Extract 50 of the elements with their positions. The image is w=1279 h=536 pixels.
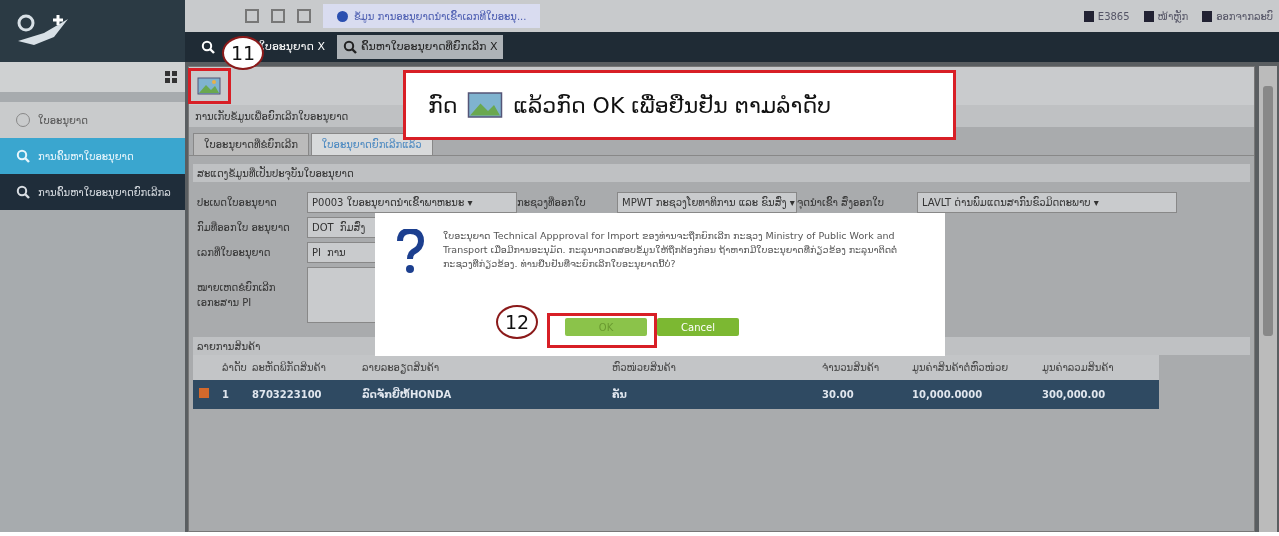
grid-icon[interactable] (165, 71, 177, 83)
select-field[interactable]: LAVLT ດ່ານພົມແດນສາກົນຂົວມິດຕະພາບ ▾ (917, 192, 1177, 213)
field-label: ເລກທີ່ໃບອະນຸຍາດ (197, 245, 272, 260)
section-title: ສະແດງຂໍ້ມູນທີ່ເປັນປະຈຸບັນໃບອະນຸຍາດ (193, 164, 1250, 182)
field-label: ກົມທີ່ອອກໃບ ອະນຸຍາດ (197, 220, 291, 235)
field-label: ກະຊວງທີ່ອອກໃບ (517, 195, 587, 210)
table-cell: ລົດຈັກຍີ່ຫໍ້HONDA (359, 380, 609, 409)
image-icon[interactable] (197, 77, 221, 95)
field-label: ປະເພດໃບອະນຸຍາດ (197, 195, 278, 210)
highlight-frame (188, 68, 231, 104)
app-tab[interactable]: ຄົ້ນຫາໃບອະນຸຍາດທີ່ຍົກເລີກ X (336, 35, 504, 59)
table-cell: 1 (219, 380, 249, 409)
column-header: ຫົວໜ່ວຍສິນຄ້າ (609, 355, 819, 380)
select-field[interactable]: P0003 ໃບອະນຸຍາດນຳເຂົ້າພາຫະນະ ▾ (307, 192, 517, 213)
browser-tab[interactable]: ຂໍ້ມູນ ການອະນຸຍາດນຳເຂົ້າເລກທີໃບອະນຸ... (323, 4, 541, 28)
column-header: ລຳດັບ (219, 355, 249, 380)
question-icon (395, 229, 425, 275)
window-icon[interactable] (271, 9, 285, 23)
sidebar-item[interactable]: ການຄົ້ນຫາໃບອະນຸຍາດຍົກເລີກລ (0, 174, 185, 210)
window-icon[interactable] (297, 9, 311, 23)
table-cell: 10,000.0000 (909, 380, 1039, 409)
column-header: ລາຍລະອຽດສິນຄ້າ (359, 355, 609, 380)
dialog-message: ໃບອະນຸຍາດ Technical Appproval for Import ຂອງທ່ານຈະຖືກຍົກເລີກ ກະຊວງ Ministry of Public Work and Transport ເມື່ອມີການອະນຸມັດ. ກະລຸນາກວດສອບຂໍ້ມູນໃຫ້ຖືກຕ້ອງກ່ອນ ຖ້າຫາກມີໃບອະນຸຍາດທີ່ກ່ຽວຂ້ອງ ກະລຸນາຕິດຕໍ່ກະຊວງທີ່ກ່ຽວຂ້ອງ. ທ່ານຢືນຢັນທີ່ຈະຍົກເລີກໃບອະນຸຍາດນີ້ບໍ່? (443, 229, 899, 271)
select-field[interactable]: MPWT ກະຊວງໂຍທາທິການ ແລະ ຂົນສົ່ງ ▾ (617, 192, 797, 213)
table-cell: 300,000.00 (1039, 380, 1159, 409)
field-label: ຈຸດນຳເຂົ້າ ສົ່ງອອກໃບ (797, 195, 886, 210)
user-menu-link[interactable]: ອອກຈາກລະບົ (1202, 8, 1273, 24)
scrollbar[interactable] (1259, 66, 1277, 532)
panel-tab[interactable]: ໃບອະນຸຍາດຍົກເລີກແລ້ວ (310, 133, 433, 155)
image-icon (467, 90, 504, 120)
info-icon (337, 10, 348, 22)
panel-tab[interactable]: ໃບອະນຸຍາດທີ່ຂໍຍົກເລີກ (193, 133, 309, 155)
search-icon (342, 40, 357, 54)
search-icon (16, 149, 30, 163)
column-header: ຈຳນວນສິນຄ້າ (819, 355, 909, 380)
table-cell: 8703223100 (249, 380, 359, 409)
column-header (193, 355, 219, 380)
search-icon (16, 185, 30, 199)
column-header: ລະຫັດພິກັດສິນຄ້າ (249, 355, 359, 380)
user-menu-link[interactable]: ໜ້າຫຼັກ (1143, 8, 1189, 24)
column-header: ມູນຄ່າລວມສິນຄ້າ (1039, 355, 1159, 380)
window-icon[interactable] (245, 9, 259, 23)
sidebar-item[interactable]: ໃບອະນຸຍາດ (0, 102, 185, 138)
user-menu-link[interactable]: E3865 (1083, 8, 1130, 24)
table-cell: ຄັນ (609, 380, 819, 409)
column-header: ມູນຄ່າສິນຄ້າຕໍ່ຫົວໜ່ວຍ (909, 355, 1039, 380)
table-cell: 30.00 (819, 380, 909, 409)
field-label: ໝາຍເຫດຂໍຍົກເລີກ ເອກະສານ PI (197, 280, 277, 310)
search-icon (201, 40, 215, 54)
sidebar-item[interactable]: ການຄົ້ນຫາໃບອະນຸຍາດ (0, 138, 185, 174)
